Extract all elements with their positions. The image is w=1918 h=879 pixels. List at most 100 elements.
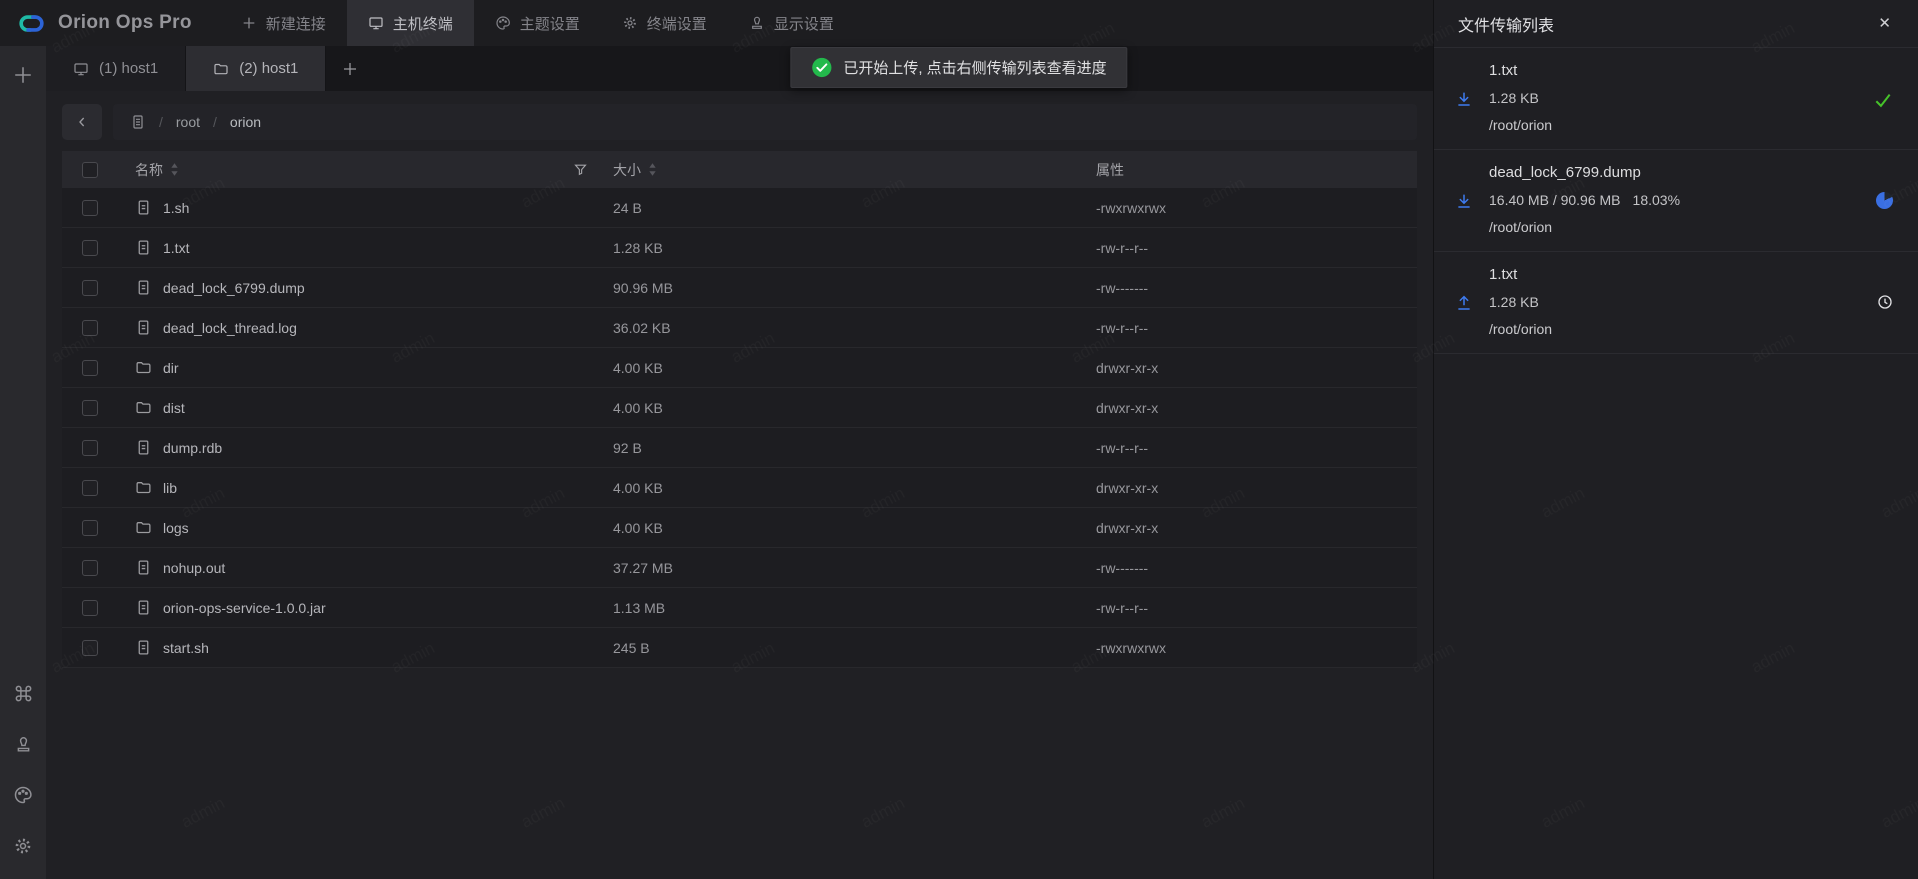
transfer-status (1873, 90, 1893, 110)
nav-item-label: 主机终端 (393, 13, 453, 34)
row-checkbox[interactable] (82, 440, 98, 456)
nav-item-terminal-settings[interactable]: 终端设置 (601, 0, 728, 46)
row-checkbox[interactable] (82, 520, 98, 536)
session-tabbar: (1) host1 (2) host1 (46, 46, 1433, 91)
folder-icon (135, 479, 152, 496)
select-all-checkbox[interactable] (82, 162, 98, 178)
file-size: 1.13 MB (593, 600, 1076, 616)
close-icon[interactable]: ✕ (1878, 16, 1891, 31)
file-name: dead_lock_6799.dump (163, 280, 305, 296)
terminal-icon (368, 15, 384, 31)
nav-item-label: 主题设置 (520, 13, 580, 34)
sidebar-theme-button[interactable] (8, 780, 38, 810)
column-header-size[interactable]: 大小 (593, 160, 1076, 180)
row-checkbox[interactable] (82, 360, 98, 376)
file-table: 名称 大小 (62, 151, 1417, 668)
file-name: 1.sh (163, 200, 189, 216)
tab-host1-files[interactable]: (2) host1 (186, 46, 326, 91)
row-checkbox[interactable] (82, 240, 98, 256)
sidebar-shortcut-button[interactable] (8, 678, 38, 708)
file-size: 37.27 MB (593, 560, 1076, 576)
sidebar-new-tab-button[interactable] (8, 60, 38, 90)
file-name: dead_lock_thread.log (163, 320, 297, 336)
row-checkbox[interactable] (82, 400, 98, 416)
file-name: dump.rdb (163, 440, 222, 456)
table-row[interactable]: 1.txt 1.28 KB -rw-r--r-- (62, 228, 1417, 268)
table-row[interactable]: 1.sh 24 B -rwxrwxrwx (62, 188, 1417, 228)
sort-carets-icon[interactable] (648, 162, 657, 177)
row-checkbox[interactable] (82, 280, 98, 296)
add-tab-button[interactable] (326, 46, 374, 91)
file-attr: drwxr-xr-x (1076, 480, 1417, 496)
table-row[interactable]: logs 4.00 KB drwxr-xr-x (62, 508, 1417, 548)
transfer-path: /root/orion (1489, 319, 1868, 340)
breadcrumb-segment-root[interactable]: root (176, 114, 200, 130)
breadcrumb-separator: / (159, 114, 163, 130)
table-row[interactable]: dead_lock_6799.dump 90.96 MB -rw------- (62, 268, 1417, 308)
check-icon (1873, 90, 1893, 110)
file-icon (135, 599, 152, 616)
nav-item-label: 显示设置 (774, 13, 834, 34)
column-header-label: 名称 (135, 160, 163, 180)
file-size: 36.02 KB (593, 320, 1076, 336)
file-size: 4.00 KB (593, 480, 1076, 496)
file-attr: drwxr-xr-x (1076, 520, 1417, 536)
table-row[interactable]: dist 4.00 KB drwxr-xr-x (62, 388, 1417, 428)
row-checkbox[interactable] (82, 640, 98, 656)
sidebar-bottom-group (8, 678, 38, 861)
sort-carets-icon[interactable] (170, 162, 179, 177)
table-row[interactable]: dead_lock_thread.log 36.02 KB -rw-r--r-- (62, 308, 1417, 348)
download-icon (1455, 192, 1473, 210)
nav-item-display-settings[interactable]: 显示设置 (728, 0, 855, 46)
row-checkbox[interactable] (82, 560, 98, 576)
row-checkbox[interactable] (82, 320, 98, 336)
file-attr: -rw------- (1076, 280, 1417, 296)
row-checkbox[interactable] (82, 600, 98, 616)
nav-item-theme-settings[interactable]: 主题设置 (474, 0, 601, 46)
command-icon (13, 683, 34, 704)
table-row[interactable]: dir 4.00 KB drwxr-xr-x (62, 348, 1417, 388)
top-navbar: Orion Ops Pro 新建连接 主机终端 (0, 0, 1433, 46)
transfer-path: /root/orion (1489, 115, 1868, 136)
folder-icon (213, 61, 229, 77)
tab-host1-terminal[interactable]: (1) host1 (46, 46, 186, 91)
file-size: 90.96 MB (593, 280, 1076, 296)
stamp-icon (14, 735, 33, 754)
file-size: 24 B (593, 200, 1076, 216)
nav-item-host-terminal[interactable]: 主机终端 (347, 0, 474, 46)
sidebar-settings-button[interactable] (8, 831, 38, 861)
plus-icon (12, 64, 34, 86)
column-header-attr: 属性 (1076, 160, 1417, 180)
transfer-file-name: dead_lock_6799.dump (1489, 162, 1868, 183)
file-name: nohup.out (163, 560, 225, 576)
table-row[interactable]: dump.rdb 92 B -rw-r--r-- (62, 428, 1417, 468)
app-logo-icon (16, 8, 47, 39)
chevron-left-icon (74, 114, 90, 130)
file-size: 4.00 KB (593, 520, 1076, 536)
table-row[interactable]: start.sh 245 B -rwxrwxrwx (62, 628, 1417, 668)
gear-icon (13, 836, 33, 856)
table-row[interactable]: orion-ops-service-1.0.0.jar 1.13 MB -rw-… (62, 588, 1417, 628)
file-attr: -rw------- (1076, 560, 1417, 576)
file-name: lib (163, 480, 177, 496)
folder-icon (135, 399, 152, 416)
tab-label: (1) host1 (99, 60, 158, 77)
folder-icon (135, 519, 152, 536)
file-size: 245 B (593, 640, 1076, 656)
table-row[interactable]: nohup.out 37.27 MB -rw------- (62, 548, 1417, 588)
filter-funnel-icon[interactable] (573, 162, 588, 177)
back-button[interactable] (62, 104, 102, 140)
sidebar-display-settings-button[interactable] (8, 729, 38, 759)
row-checkbox[interactable] (82, 480, 98, 496)
file-icon (135, 279, 152, 296)
file-attr: -rwxrwxrwx (1076, 200, 1417, 216)
file-name: start.sh (163, 640, 209, 656)
nav-item-new-connection[interactable]: 新建连接 (220, 0, 347, 46)
breadcrumb-segment-orion[interactable]: orion (230, 114, 261, 130)
file-size: 4.00 KB (593, 360, 1076, 376)
palette-icon (13, 785, 33, 805)
column-header-name[interactable]: 名称 (118, 160, 593, 180)
file-attr: -rw-r--r-- (1076, 600, 1417, 616)
row-checkbox[interactable] (82, 200, 98, 216)
table-row[interactable]: lib 4.00 KB drwxr-xr-x (62, 468, 1417, 508)
